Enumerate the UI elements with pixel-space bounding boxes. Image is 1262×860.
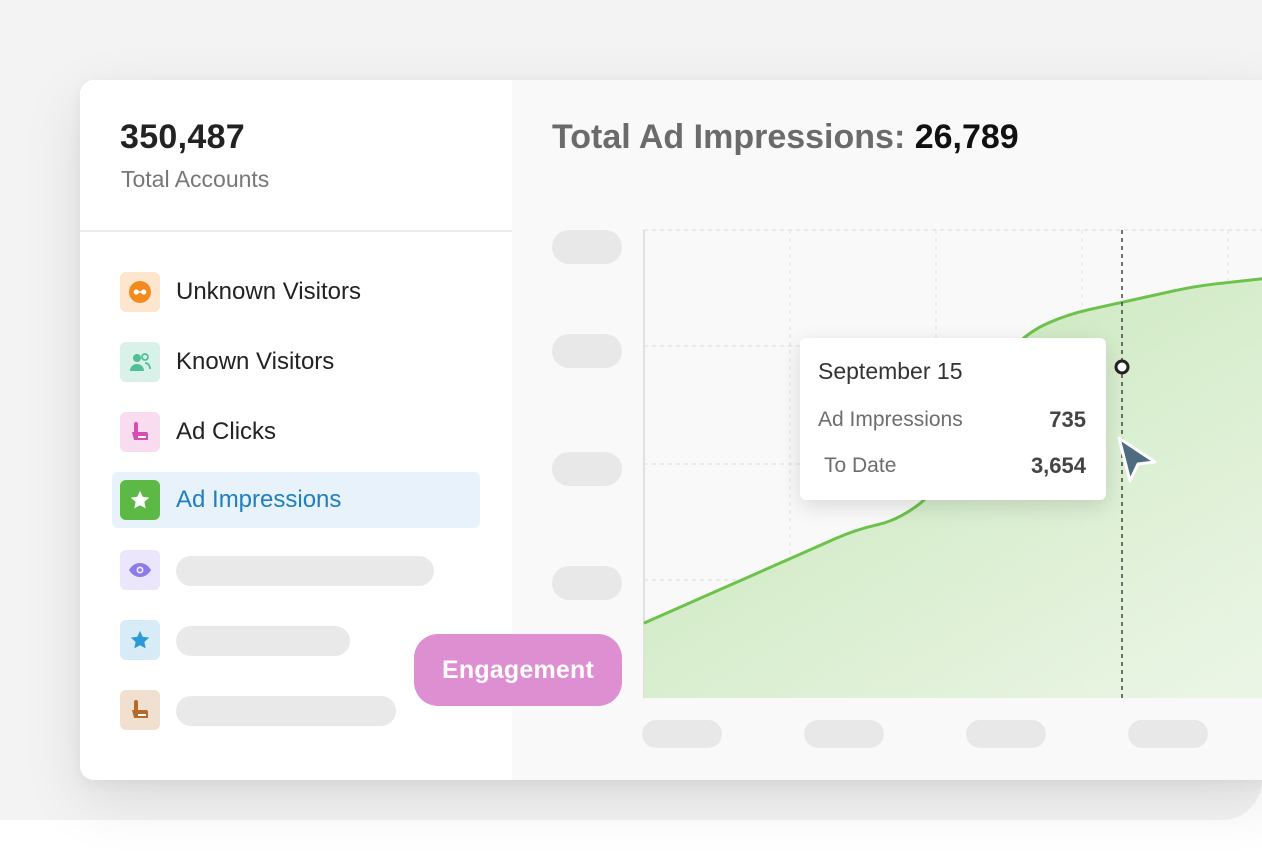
hover-point[interactable] <box>1114 359 1130 375</box>
sidebar-item-label: Ad Clicks <box>176 418 277 445</box>
label-placeholder <box>176 626 350 656</box>
tooltip-value-to-date: 3,654 <box>1030 453 1086 478</box>
pointer-hand-icon <box>120 690 160 730</box>
chart-tooltip: September 15 Ad Impressions 735 To Date … <box>800 338 1106 500</box>
users-icon <box>120 342 160 382</box>
sidebar-item-placeholder[interactable] <box>112 542 480 598</box>
tooltip-label-impressions: Ad Impressions <box>818 408 963 431</box>
eye-icon <box>120 550 160 590</box>
sidebar-divider <box>80 230 512 232</box>
dashboard-card: 350,487 Total Accounts Unknown Visitors … <box>80 80 1262 780</box>
total-accounts-value: 350,487 <box>120 118 246 156</box>
tooltip-label-to-date: To Date <box>824 454 897 477</box>
label-placeholder <box>176 696 396 726</box>
sidebar-item-label: Unknown Visitors <box>176 278 361 305</box>
tooltip-value-impressions: 735 <box>1049 407 1086 432</box>
sidebar-item-unknown-visitors[interactable]: Unknown Visitors <box>112 264 480 320</box>
glasses-icon <box>120 272 160 312</box>
total-accounts-label: Total Accounts <box>121 166 270 192</box>
sidebar-item-ad-clicks[interactable]: Ad Clicks <box>112 404 480 460</box>
label-placeholder <box>176 556 434 586</box>
star-icon <box>120 480 160 520</box>
tooltip-date: September 15 <box>818 358 963 384</box>
chart-panel: Total Ad Impressions: 26,789 September 1… <box>512 80 1262 780</box>
sidebar-item-label: Ad Impressions <box>176 486 342 513</box>
pointer-hand-icon <box>120 412 160 452</box>
sidebar-item-label: Known Visitors <box>176 348 335 375</box>
sidebar-item-known-visitors[interactable]: Known Visitors <box>112 334 480 390</box>
sidebar-item-ad-impressions[interactable]: Ad Impressions <box>112 472 480 528</box>
engagement-badge[interactable]: Engagement <box>414 634 622 706</box>
star-icon <box>120 620 160 660</box>
